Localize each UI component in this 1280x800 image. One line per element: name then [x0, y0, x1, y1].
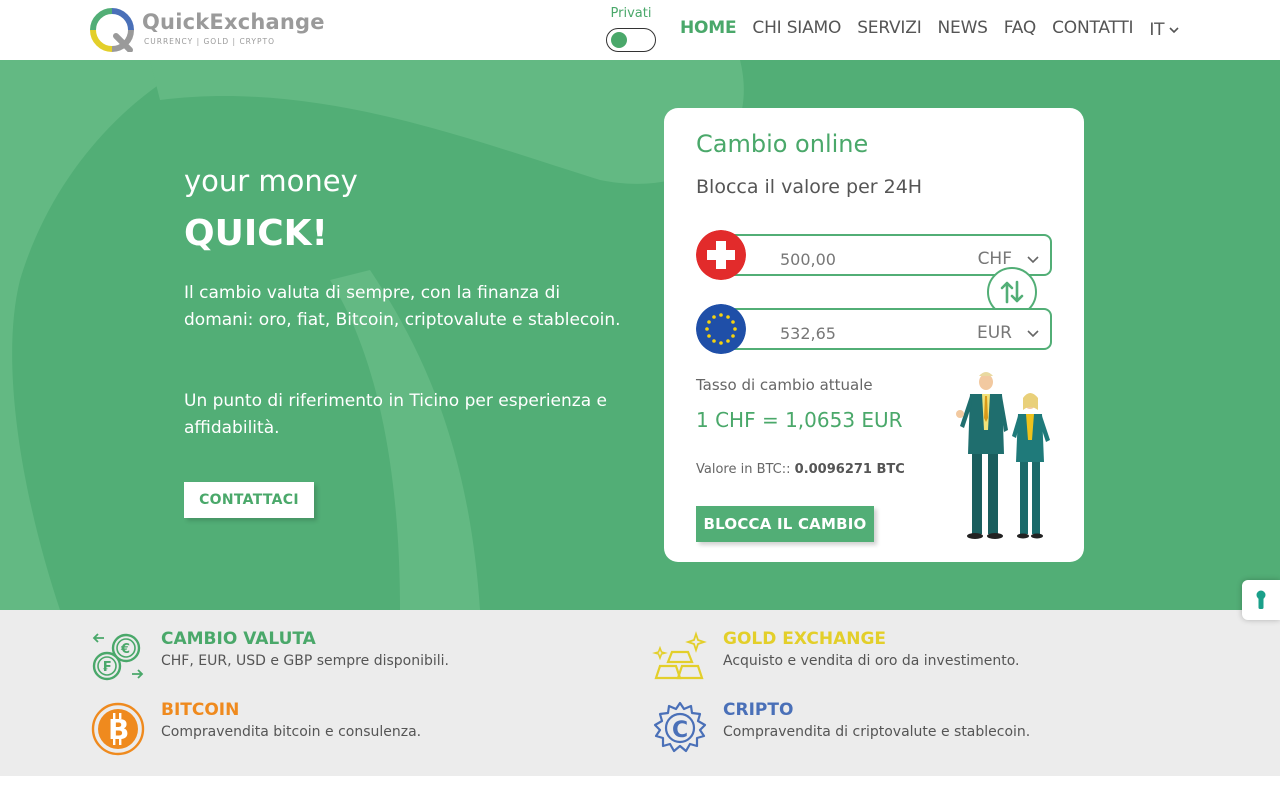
- feature-currency-exchange[interactable]: € ₣ CAMBIO VALUTA CHF, EUR, USD e GBP se…: [90, 602, 570, 681]
- to-currency-select[interactable]: EUR: [977, 323, 1012, 343]
- btc-value-line: Valore in BTC:: 0.0096271 BTC: [696, 462, 905, 477]
- site-header: QuickExchange CURRENCY | GOLD | CRYPTO P…: [0, 0, 1280, 60]
- language-label: IT: [1149, 20, 1165, 40]
- feature-description: Acquisto e vendita di oro da investiment…: [723, 653, 1020, 669]
- business-people-illustration: [956, 372, 1050, 539]
- hero-paragraph: Un punto di riferimento in Ticino per es…: [184, 391, 607, 438]
- toggle-knob: [611, 32, 627, 48]
- private-toggle-label: Privati: [610, 6, 652, 21]
- private-toggle-group: Privati: [604, 6, 658, 54]
- hero-paragraph: Il cambio valuta di sempre, con la finan…: [184, 283, 621, 330]
- feature-crypto[interactable]: C CRIPTO Compravendita di criptovalute e…: [652, 673, 1132, 753]
- hero-subtitle: your money: [184, 164, 358, 198]
- btc-label: Valore in BTC::: [696, 462, 795, 477]
- feature-title: CRIPTO: [723, 700, 794, 720]
- main-nav: HOME CHI SIAMO SERVIZI NEWS FAQ CONTATTI…: [680, 18, 1196, 42]
- accessibility-tab[interactable]: [1242, 580, 1280, 620]
- nav-home[interactable]: HOME: [680, 18, 737, 42]
- nav-faq[interactable]: FAQ: [1004, 18, 1037, 42]
- card-subtitle: Blocca il valore per 24H: [696, 176, 923, 198]
- from-amount-value[interactable]: 500,00: [780, 250, 836, 269]
- rate-value: 1 CHF = 1,0653 EUR: [696, 408, 903, 432]
- feature-description: Compravendita di criptovalute e stableco…: [723, 724, 1031, 740]
- btc-value: 0.0096271 BTC: [794, 462, 905, 477]
- feature-gold-exchange[interactable]: GOLD EXCHANGE Acquisto e vendita di oro …: [652, 602, 1132, 680]
- bitcoin-icon: B: [91, 702, 145, 756]
- feature-description: CHF, EUR, USD e GBP sempre disponibili.: [161, 653, 449, 669]
- nav-contatti[interactable]: CONTATTI: [1052, 18, 1133, 42]
- language-selector[interactable]: IT: [1149, 18, 1180, 42]
- chevron-down-icon[interactable]: [1026, 252, 1040, 266]
- brand-tagline: CURRENCY | GOLD | CRYPTO: [144, 37, 275, 46]
- crypto-gear-icon: C: [653, 701, 707, 753]
- to-currency-row: 532,65 EUR: [696, 304, 1052, 354]
- private-toggle[interactable]: [606, 28, 656, 52]
- brand-name: QuickExchange: [142, 10, 325, 34]
- feature-description: Compravendita bitcoin e consulenza.: [161, 724, 422, 740]
- hero-background-swirl: [0, 60, 744, 610]
- hero-section: your money QUICK! Il cambio valuta di se…: [0, 60, 1280, 610]
- feature-title: BITCOIN: [161, 700, 240, 720]
- chevron-down-icon[interactable]: [1026, 326, 1040, 340]
- to-amount-field[interactable]: 532,65 EUR: [720, 308, 1052, 350]
- rate-label: Tasso di cambio attuale: [696, 376, 873, 394]
- nav-chi-siamo[interactable]: CHI SIAMO: [752, 18, 841, 42]
- brand-logo[interactable]: QuickExchange CURRENCY | GOLD | CRYPTO: [90, 8, 330, 54]
- keyhole-icon: [1256, 590, 1266, 609]
- feature-title: GOLD EXCHANGE: [723, 629, 887, 649]
- svg-text:C: C: [672, 718, 688, 743]
- svg-text:B: B: [108, 713, 129, 746]
- quickexchange-logo-icon: [90, 8, 134, 52]
- to-amount-value[interactable]: 532,65: [780, 324, 836, 343]
- card-title: Cambio online: [696, 130, 869, 158]
- exchange-card: Cambio online Blocca il valore per 24H 5…: [664, 108, 1084, 562]
- chevron-down-icon: [1169, 27, 1179, 34]
- eu-flag-icon: [696, 304, 746, 354]
- hero-title: QUICK!: [184, 213, 328, 254]
- svg-text:€: €: [120, 642, 130, 657]
- nav-news[interactable]: NEWS: [938, 18, 988, 42]
- features-section: € ₣ CAMBIO VALUTA CHF, EUR, USD e GBP se…: [0, 610, 1280, 776]
- feature-bitcoin[interactable]: B BITCOIN Compravendita bitcoin e consul…: [90, 673, 570, 756]
- contact-button[interactable]: CONTATTACI: [184, 482, 314, 518]
- from-currency-select[interactable]: CHF: [978, 249, 1012, 269]
- swiss-flag-icon: [696, 230, 746, 280]
- nav-servizi[interactable]: SERVIZI: [857, 18, 922, 42]
- feature-title: CAMBIO VALUTA: [161, 629, 316, 649]
- lock-exchange-button[interactable]: BLOCCA IL CAMBIO: [696, 506, 874, 542]
